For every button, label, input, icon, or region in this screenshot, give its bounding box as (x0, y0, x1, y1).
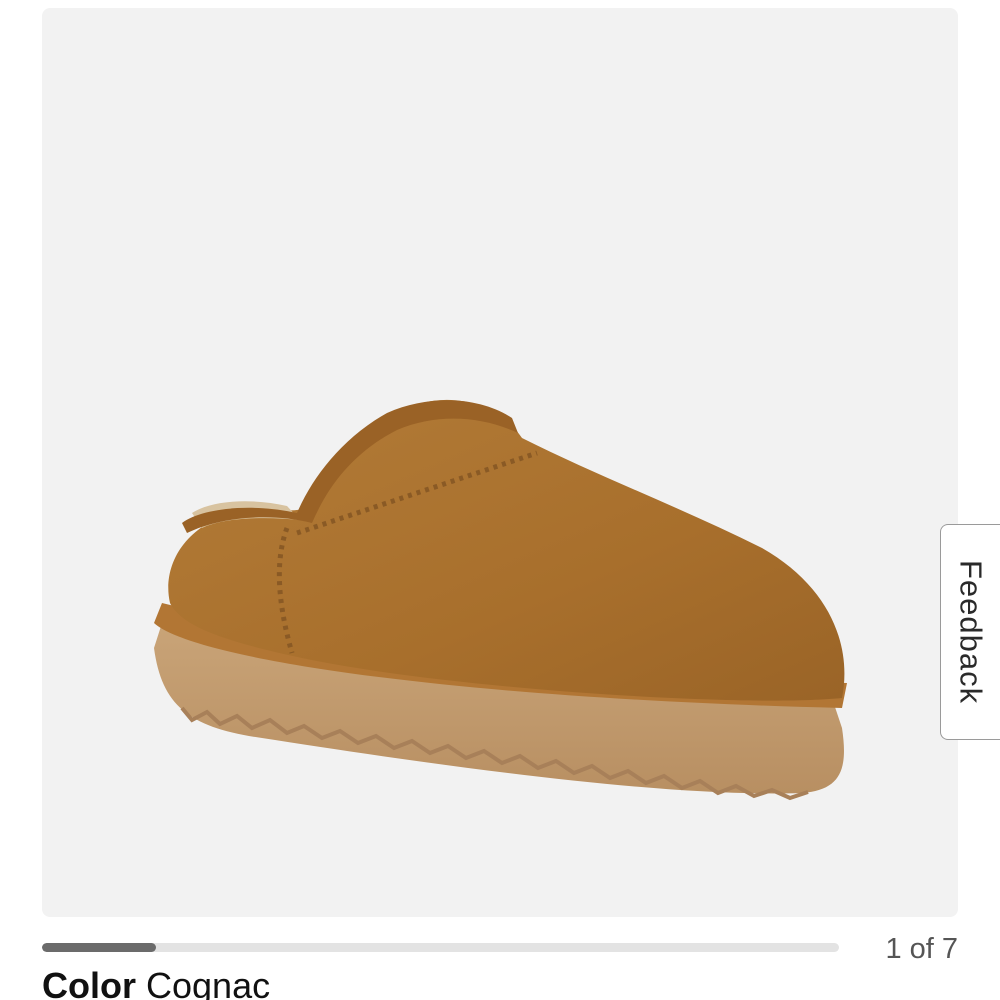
gallery-counter: 1 of 7 (885, 933, 958, 965)
color-value: Cognac (146, 965, 271, 1000)
gallery-progress-fill (42, 943, 156, 952)
feedback-tab[interactable]: Feedback (940, 524, 1000, 740)
product-image[interactable] (42, 8, 958, 917)
feedback-label: Feedback (953, 559, 989, 705)
color-label: Color (42, 965, 136, 1000)
slipper-illustration (154, 399, 847, 801)
gallery-progress-track[interactable] (42, 943, 839, 952)
color-selection: Color Cognac (42, 965, 270, 1000)
product-page: Feedback 1 of 7 Color Cognac (0, 0, 1000, 1000)
